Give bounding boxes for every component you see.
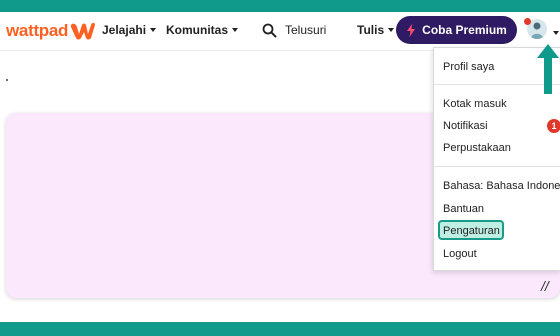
- top-teal-band: [0, 0, 560, 12]
- menu-item-kotak-masuk[interactable]: Kotak masuk: [443, 98, 507, 110]
- nav-jelajahi-label: Jelajahi: [102, 23, 147, 37]
- search-link[interactable]: Telusuri: [285, 23, 326, 37]
- menu-item-bantuan[interactable]: Bantuan: [443, 203, 484, 215]
- corner-mark: //: [541, 278, 549, 294]
- chevron-down-icon[interactable]: [553, 31, 559, 35]
- top-navbar: wattpad Jelajahi Komunitas Telusuri Tuli…: [0, 12, 560, 51]
- search-label: Telusuri: [285, 23, 327, 37]
- nav-komunitas-label: Komunitas: [166, 23, 229, 37]
- menu-item-bahasa[interactable]: Bahasa: Bahasa Indonesia: [443, 180, 560, 192]
- premium-button[interactable]: Coba Premium: [396, 16, 517, 44]
- chevron-down-icon: [150, 28, 157, 32]
- search-icon[interactable]: [262, 23, 277, 38]
- nav-jelajahi[interactable]: Jelajahi: [102, 23, 157, 37]
- nav-tulis-label: Tulis: [357, 23, 385, 37]
- nav-komunitas[interactable]: Komunitas: [166, 23, 239, 37]
- notification-badge: 1: [547, 119, 560, 133]
- chevron-down-icon: [388, 28, 395, 32]
- menu-item-perpustakaan[interactable]: Perpustakaan: [443, 142, 511, 154]
- notification-dot: [524, 18, 531, 25]
- premium-label: Coba Premium: [422, 23, 507, 37]
- menu-item-pengaturan[interactable]: Pengaturan: [443, 225, 500, 237]
- wattpad-logo[interactable]: wattpad: [6, 20, 96, 42]
- bottom-teal-band: [0, 322, 560, 336]
- menu-item-notifikasi[interactable]: Notifikasi: [443, 120, 488, 132]
- menu-item-logout[interactable]: Logout: [443, 248, 477, 260]
- chevron-down-icon: [232, 28, 239, 32]
- menu-divider: [434, 166, 560, 167]
- nav-tulis[interactable]: Tulis: [357, 23, 395, 37]
- lightning-icon: [407, 23, 416, 37]
- arrow-up-icon: [537, 44, 559, 94]
- menu-item-profil[interactable]: Profil saya: [443, 61, 494, 73]
- wattpad-w-icon: [70, 22, 96, 40]
- decorative-dot: [6, 79, 8, 81]
- logo-text: wattpad: [6, 21, 69, 40]
